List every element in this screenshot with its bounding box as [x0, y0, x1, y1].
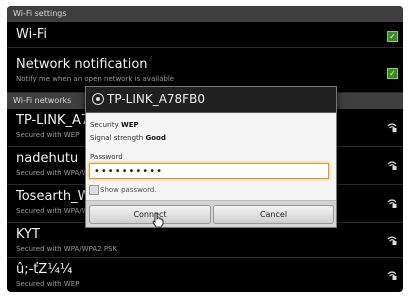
dialog-body: Security WEP Signal strength Good Passwo… — [86, 113, 336, 227]
password-field[interactable]: •••••••••• — [89, 163, 329, 179]
security-info: Security WEP — [90, 121, 139, 129]
network-name: KYT — [16, 227, 40, 242]
cancel-button[interactable]: Cancel — [213, 205, 334, 224]
network-item[interactable]: KYT Secured with WPA/WPA2 PSK — [7, 223, 403, 258]
network-security: Secured with WPA/W — [16, 169, 89, 177]
dialog-title-bar: TP-LINK_A78FB0 — [86, 87, 336, 113]
network-name: û;-ťZ¼¼ — [16, 262, 73, 277]
signal-info: Signal strength Good — [90, 134, 166, 142]
network-notification-title: Network notification — [16, 57, 148, 72]
wifi-signal-locked-icon — [387, 161, 397, 170]
wifi-connect-dialog: TP-LINK_A78FB0 Security WEP Signal stren… — [85, 86, 337, 228]
wifi-signal-locked-icon — [387, 123, 397, 132]
wifi-signal-locked-icon — [387, 236, 397, 245]
network-security: Secured with WEP — [16, 280, 80, 288]
show-password-option[interactable]: Show password. — [89, 185, 157, 195]
network-security: Secured with WPA/WPA2 PSK — [16, 245, 118, 253]
wifi-signal-locked-icon — [387, 271, 397, 280]
network-name: nadehutu — [16, 151, 79, 166]
show-password-label: Show password. — [100, 186, 157, 194]
password-label: Password — [90, 153, 123, 161]
show-password-checkbox[interactable] — [89, 185, 99, 195]
signal-label: Signal strength — [90, 134, 144, 142]
wifi-network-icon — [92, 93, 104, 105]
connect-button[interactable]: Connect — [89, 205, 211, 224]
dialog-title: TP-LINK_A78FB0 — [107, 92, 205, 106]
hand-pointer-icon — [152, 212, 164, 228]
signal-value: Good — [145, 134, 166, 142]
network-security: Secured with WEP — [16, 131, 80, 139]
network-notification-subtitle: Notify me when an open network is availa… — [16, 75, 175, 83]
security-label: Security — [90, 121, 119, 129]
wifi-toggle-row[interactable]: Wi-Fi ✓ — [7, 22, 403, 48]
check-icon[interactable]: ✓ — [387, 68, 398, 79]
security-value: WEP — [120, 121, 139, 129]
wifi-label: Wi-Fi — [16, 27, 48, 42]
wifi-settings-header: Wi-Fi settings — [7, 6, 403, 22]
network-security: Secured with WPA/W — [16, 207, 89, 215]
wifi-signal-locked-icon — [387, 199, 397, 208]
check-icon[interactable]: ✓ — [387, 31, 398, 42]
dialog-button-bar: Connect Cancel — [86, 200, 336, 227]
network-item[interactable]: û;-ťZ¼¼ Secured with WEP — [7, 258, 403, 292]
